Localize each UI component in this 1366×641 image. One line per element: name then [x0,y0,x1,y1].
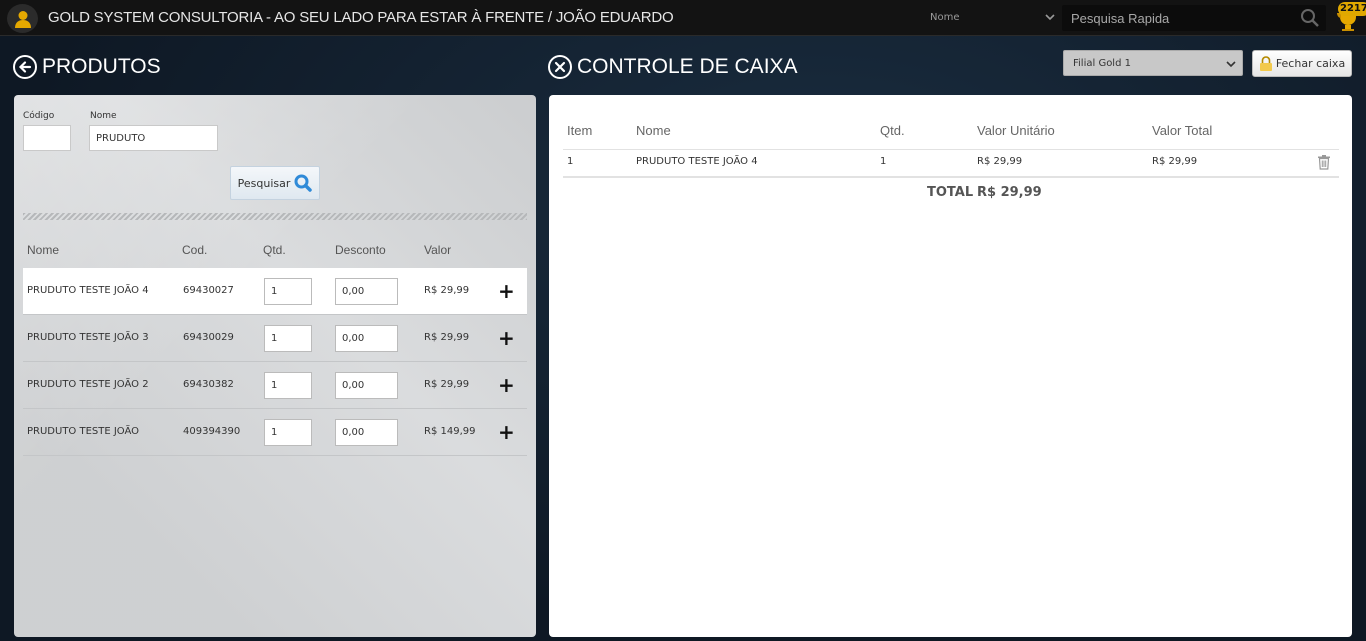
pesquisar-label: Pesquisar [237,176,291,190]
qtd-input[interactable]: 1 [264,372,312,399]
row-valor: R$ 149,99 [424,426,476,437]
codigo-field[interactable] [23,125,71,151]
col-header-cod: Cod. [182,243,208,257]
total-value: R$ 29,99 [977,185,1042,200]
col-header-qtd: Qtd. [263,243,286,257]
desconto-input[interactable]: 0,00 [335,325,398,352]
row-nome: PRUDUTO TESTE JOÃO 2 [27,379,149,390]
quick-search [1062,5,1326,31]
fechar-caixa-button[interactable]: Fechar caixa [1252,50,1352,77]
col-header-desconto: Desconto [335,243,386,257]
chevron-down-icon [1045,14,1055,21]
search-type-label: Nome [930,12,960,23]
user-avatar[interactable] [7,4,38,33]
table-row: PRUDUTO TESTE JOÃO 4 69430027 1 0,00 R$ … [23,268,527,315]
row-nome: PRUDUTO TESTE JOÃO 4 [636,156,758,167]
caixa-panel: Item Nome Qtd. Valor Unitário Valor Tota… [549,95,1352,637]
row-item: 1 [567,156,574,167]
col-header-nome: Nome [27,243,60,257]
qtd-input[interactable]: 1 [264,278,312,305]
caixa-heading: CONTROLE DE CAIXA [548,55,798,79]
row-nome: PRUDUTO TESTE JOÃO 3 [27,332,149,343]
divider [23,213,527,220]
lock-icon [1259,55,1272,71]
row-qtd: 1 [880,156,887,167]
search-icon[interactable] [1300,8,1320,28]
desconto-input[interactable]: 0,00 [335,419,398,446]
produtos-panel: Código Nome Pesquisar Nome Cod. Qtd. Des… [14,95,536,637]
qtd-input[interactable]: 1 [264,419,312,446]
desconto-input[interactable]: 0,00 [335,278,398,305]
col-header-valor-unitario: Valor Unitário [977,123,1055,138]
col-header-valor: Valor [424,243,452,257]
col-header-nome: Nome [636,123,671,138]
divider [563,176,1339,178]
notification-badge: 2217 [1338,2,1366,16]
qtd-input[interactable]: 1 [264,325,312,352]
search-type-select[interactable]: Nome [928,8,1056,28]
trash-icon[interactable] [1317,154,1331,170]
row-cod: 69430027 [183,285,234,296]
desconto-input[interactable]: 0,00 [335,372,398,399]
table-row: PRUDUTO TESTE JOÃO 3 69430029 1 0,00 R$ … [23,315,527,362]
add-icon[interactable]: + [498,422,515,442]
nome-label: Nome [90,111,117,121]
produtos-title: PRODUTOS [42,55,161,78]
row-cod: 69430029 [183,332,234,343]
caixa-title: CONTROLE DE CAIXA [577,55,798,78]
table-row: PRUDUTO TESTE JOÃO 409394390 1 0,00 R$ 1… [23,409,527,456]
fechar-caixa-label: Fechar caixa [1275,57,1346,70]
chevron-down-icon [1226,61,1236,68]
col-header-qtd: Qtd. [880,123,905,138]
back-arrow-icon[interactable] [13,55,37,79]
pesquisar-button[interactable]: Pesquisar [230,166,320,200]
add-icon[interactable]: + [498,375,515,395]
row-cod: 409394390 [183,426,241,437]
row-valor-unitario: R$ 29,99 [977,156,1023,167]
add-icon[interactable]: + [498,281,515,301]
filial-select-value: Filial Gold 1 [1073,58,1131,69]
col-header-item: Item [567,123,593,138]
quick-search-input[interactable] [1062,5,1292,31]
app-title: GOLD SYSTEM CONSULTORIA - AO SEU LADO PA… [48,9,674,26]
row-nome: PRUDUTO TESTE JOÃO [27,426,140,437]
produtos-heading: PRODUTOS [13,55,161,79]
row-valor-total: R$ 29,99 [1152,156,1198,167]
add-icon[interactable]: + [498,328,515,348]
row-valor: R$ 29,99 [424,379,470,390]
row-valor: R$ 29,99 [424,285,470,296]
total-label: TOTAL [927,185,974,200]
nome-field[interactable] [89,125,218,151]
user-icon [14,10,31,28]
row-valor: R$ 29,99 [424,332,470,343]
table-row: PRUDUTO TESTE JOÃO 2 69430382 1 0,00 R$ … [23,362,527,409]
close-circle-icon[interactable] [548,55,572,79]
row-nome: PRUDUTO TESTE JOÃO 4 [27,285,149,296]
search-icon [294,174,313,192]
divider [563,149,1339,150]
top-bar: GOLD SYSTEM CONSULTORIA - AO SEU LADO PA… [0,0,1366,36]
col-header-valor-total: Valor Total [1152,123,1213,138]
filial-select[interactable]: Filial Gold 1 [1063,50,1243,76]
codigo-label: Código [23,111,55,121]
row-cod: 69430382 [183,379,234,390]
